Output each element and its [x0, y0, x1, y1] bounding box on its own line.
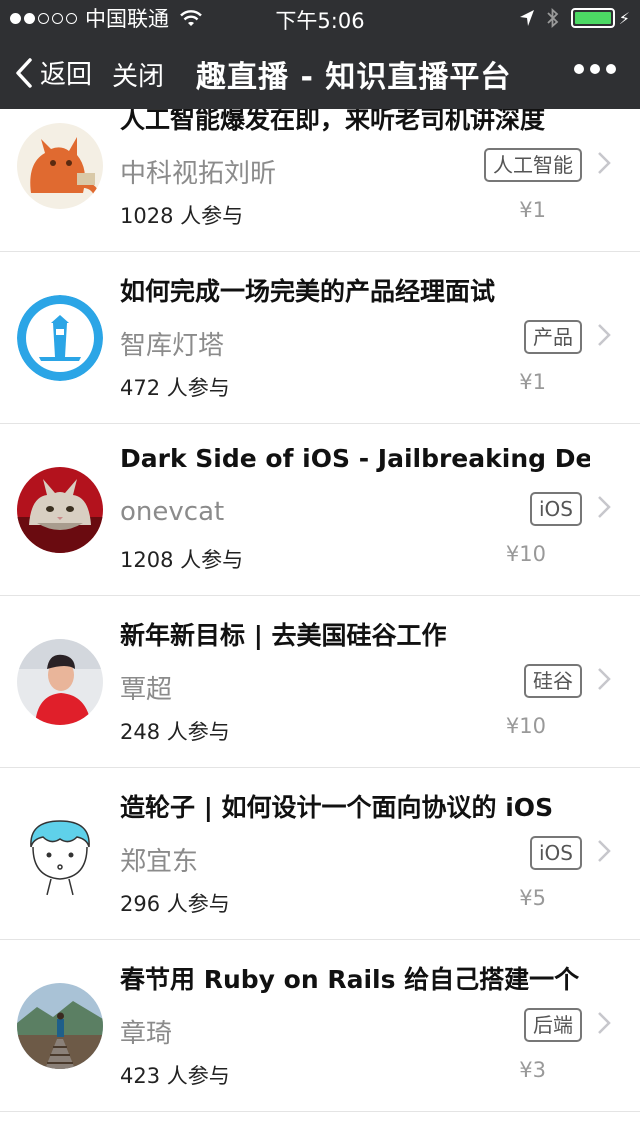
- chevron-right-icon: [598, 152, 611, 174]
- avatar: [17, 467, 103, 553]
- avatar: [17, 639, 103, 725]
- page-title: 趣直播 - 知识直播平台: [196, 60, 512, 95]
- participant-count: 248 人参与: [120, 720, 230, 744]
- course-price: ¥1: [519, 370, 546, 394]
- avatar: [17, 123, 103, 209]
- list-item[interactable]: Dark Side of iOS - Jailbreaking Dev onev…: [0, 424, 640, 596]
- avatar: [17, 811, 103, 897]
- course-title: 如何完成一场完美的产品经理面试: [120, 277, 496, 306]
- course-author: 智库灯塔: [120, 331, 225, 361]
- course-price: ¥3: [519, 1058, 546, 1082]
- chevron-right-icon: [598, 840, 611, 862]
- chevron-right-icon: [598, 668, 611, 690]
- chevron-left-icon: [16, 57, 32, 88]
- category-tag: 产品: [524, 320, 582, 354]
- status-bar-right: ⚡: [519, 6, 630, 30]
- chevron-right-icon: [598, 1012, 611, 1034]
- course-title: 春节用 Ruby on Rails 给自己搭建一个: [120, 965, 580, 994]
- course-price: ¥1: [519, 198, 546, 222]
- avatar: [17, 295, 103, 381]
- status-bar: 中国联通 下午5:06 ⚡: [0, 0, 640, 36]
- participant-count: 1028 人参与: [120, 204, 244, 228]
- list-item[interactable]: 造轮子 | 如何设计一个面向协议的 iOS 郑宜东 iOS 296 人参与 ¥5: [0, 768, 640, 940]
- category-tag: 后端: [524, 1008, 582, 1042]
- course-title: Dark Side of iOS - Jailbreaking Dev: [120, 444, 590, 473]
- live-course-list[interactable]: 人工智能爆发在即，来听老司机讲深度 中科视拓刘昕 人工智能 1028 人参与 ¥…: [0, 109, 640, 1138]
- list-item[interactable]: 春节用 Ruby on Rails 给自己搭建一个 章琦 后端 423 人参与 …: [0, 940, 640, 1112]
- participant-count: 472 人参与: [120, 376, 230, 400]
- course-price: ¥5: [519, 886, 546, 910]
- course-author: 章琦: [120, 1019, 173, 1049]
- course-title: 新年新目标 | 去美国硅谷工作: [120, 621, 447, 650]
- avatar: [17, 983, 103, 1069]
- participant-count: 423 人参与: [120, 1064, 230, 1088]
- list-item[interactable]: 新年新目标 | 去美国硅谷工作 覃超 硅谷 248 人参与 ¥10: [0, 596, 640, 768]
- course-author: 中科视拓刘昕: [120, 159, 277, 189]
- participant-count: 296 人参与: [120, 892, 230, 916]
- battery-icon: [570, 8, 615, 28]
- navigation-bar: 返回 关闭 趣直播 - 知识直播平台: [0, 36, 640, 109]
- category-tag: iOS: [530, 492, 582, 526]
- course-title: 人工智能爆发在即，来听老司机讲深度: [120, 109, 546, 134]
- bluetooth-icon: [547, 8, 559, 28]
- course-price: ¥10: [505, 714, 546, 738]
- participant-count: 1208 人参与: [120, 548, 244, 572]
- chevron-right-icon: [598, 324, 611, 346]
- course-price: ¥10: [505, 542, 546, 566]
- list-item[interactable]: 如何完成一场完美的产品经理面试 智库灯塔 产品 472 人参与 ¥1: [0, 252, 640, 424]
- close-button[interactable]: 关闭: [112, 56, 164, 93]
- chevron-right-icon: [598, 496, 611, 518]
- category-tag: 人工智能: [484, 148, 582, 182]
- more-options-icon[interactable]: [574, 64, 616, 74]
- charging-bolt-icon: ⚡: [618, 8, 630, 28]
- course-author: 覃超: [120, 675, 173, 705]
- back-label: 返回: [40, 60, 93, 90]
- course-author: onevcat: [120, 497, 225, 527]
- course-author: 郑宜东: [120, 847, 199, 877]
- back-button[interactable]: 返回: [14, 54, 92, 91]
- list-item[interactable]: 人工智能爆发在即，来听老司机讲深度 中科视拓刘昕 人工智能 1028 人参与 ¥…: [0, 109, 640, 252]
- location-arrow-icon: [519, 10, 534, 26]
- category-tag: 硅谷: [524, 664, 582, 698]
- course-title: 造轮子 | 如何设计一个面向协议的 iOS: [120, 793, 554, 822]
- category-tag: iOS: [530, 836, 582, 870]
